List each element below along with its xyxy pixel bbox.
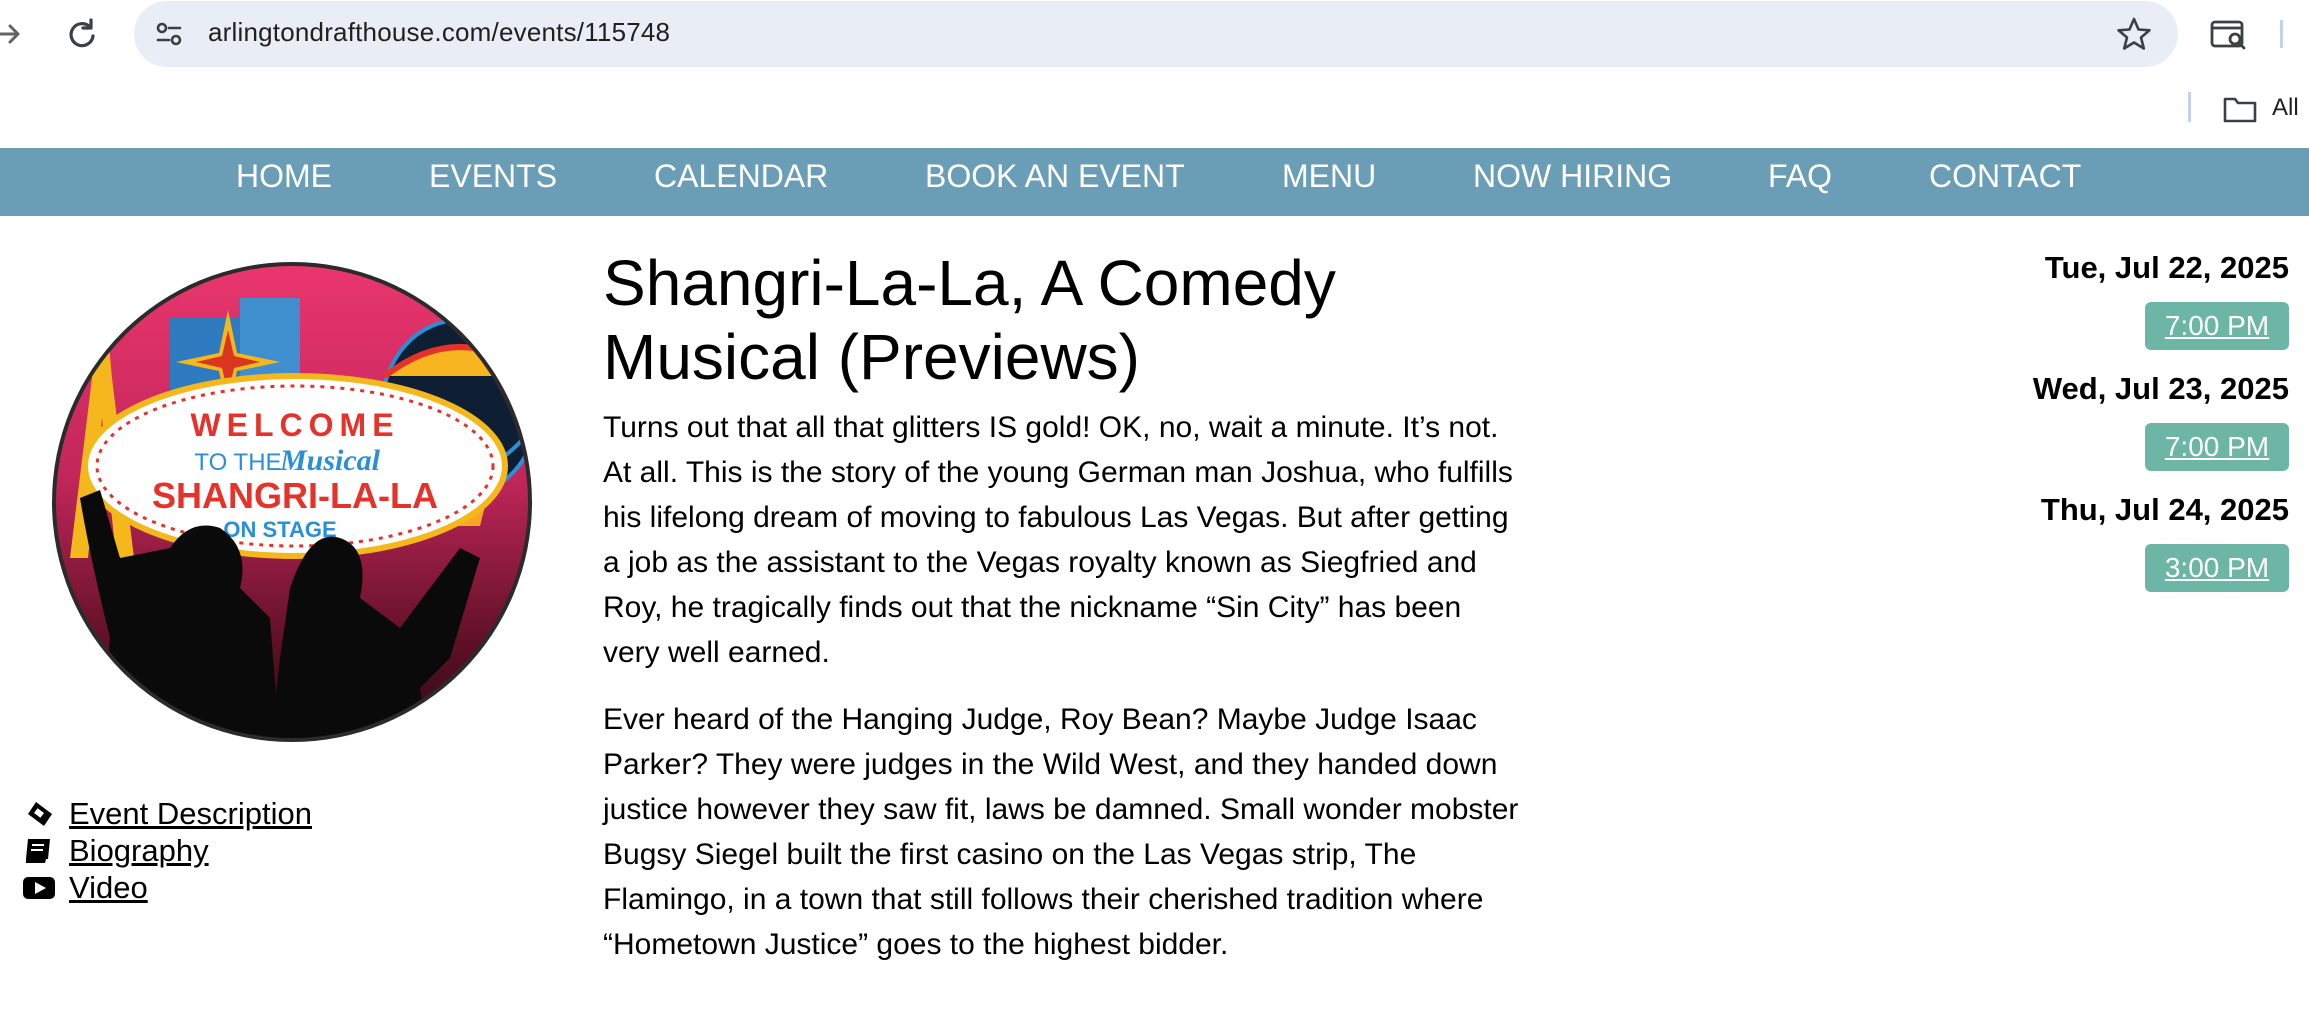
showtimes-list: Tue, Jul 22, 2025 7:00 PM Wed, Jul 23, 2…: [1889, 248, 2289, 611]
poster-welcome-text: WELCOME: [190, 407, 399, 443]
nav-faq[interactable]: FAQ: [1768, 148, 1832, 204]
poster-musical-text: Musical: [279, 444, 381, 477]
reload-icon[interactable]: [62, 14, 102, 54]
book-icon: [26, 839, 50, 863]
poster-title-text: SHANGRI-LA-LA: [152, 475, 438, 516]
search-tabs-icon[interactable]: [2209, 14, 2249, 54]
event-description-paragraph: Ever heard of the Hanging Judge, Roy Bea…: [603, 703, 1519, 961]
address-bar[interactable]: arlingtondrafthouse.com/events/115748: [134, 1, 2178, 67]
poster-on-stage-text: ON STAGE: [223, 517, 336, 542]
nav-contact[interactable]: CONTACT: [1929, 148, 2081, 204]
toolbar-divider: [2280, 20, 2283, 48]
all-bookmarks-label[interactable]: All: [2272, 94, 2299, 122]
nav-home[interactable]: HOME: [236, 148, 332, 204]
nav-events[interactable]: EVENTS: [429, 148, 557, 204]
showtime-item: Thu, Jul 24, 2025 3:00 PM: [1889, 490, 2289, 611]
poster-to-the-text: TO THE: [194, 449, 281, 476]
bookmarks-divider: [2188, 92, 2191, 122]
browser-chrome: arlingtondrafthouse.com/events/115748 Al…: [0, 0, 2309, 148]
nav-book-an-event[interactable]: BOOK AN EVENT: [925, 148, 1185, 204]
nav-calendar[interactable]: CALENDAR: [654, 148, 828, 204]
nav-now-hiring[interactable]: NOW HIRING: [1473, 148, 1672, 204]
site-info-icon[interactable]: [152, 17, 186, 51]
showtime-date: Wed, Jul 23, 2025: [2032, 371, 2289, 406]
folder-icon[interactable]: [2222, 94, 2258, 124]
showtime-button[interactable]: 7:00 PM: [2145, 302, 2289, 350]
showtime-button[interactable]: 7:00 PM: [2145, 423, 2289, 471]
showtime-button[interactable]: 3:00 PM: [2145, 544, 2289, 592]
site-navigation: HOME EVENTS CALENDAR BOOK AN EVENT MENU …: [0, 148, 2309, 216]
showtime-item: Wed, Jul 23, 2025 7:00 PM: [1889, 369, 2289, 490]
event-title: Shangri-La-La, A Comedy Musical (Preview…: [603, 247, 1336, 393]
event-description-paragraph: Turns out that all that glitters IS gold…: [603, 411, 1513, 669]
forward-arrow-icon[interactable]: [0, 14, 30, 54]
showtime-item: Tue, Jul 22, 2025 7:00 PM: [1889, 248, 2289, 369]
bookmark-star-icon[interactable]: [2111, 11, 2157, 57]
event-poster-image: WELCOME TO THE Musical SHANGRI-LA-LA ON …: [52, 262, 532, 742]
youtube-icon: [23, 877, 55, 899]
url-text[interactable]: arlingtondrafthouse.com/events/115748: [208, 17, 670, 48]
nav-menu[interactable]: MENU: [1282, 148, 1376, 204]
ticket-icon: [28, 802, 52, 826]
showtime-date: Tue, Jul 22, 2025: [2044, 250, 2289, 285]
showtime-date: Thu, Jul 24, 2025: [2040, 492, 2289, 527]
